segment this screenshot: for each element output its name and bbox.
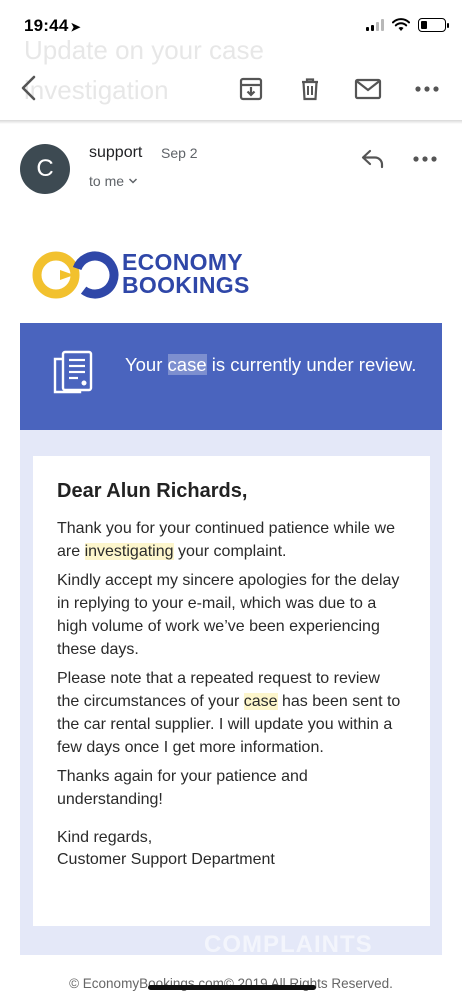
signature: Kind regards, Customer Support Departmen… bbox=[57, 829, 275, 868]
paragraph-2: Kindly accept my sincere apologies for t… bbox=[57, 572, 400, 658]
email-date: Sep 2 bbox=[161, 145, 198, 161]
recipient-details-toggle[interactable]: to me bbox=[89, 173, 138, 189]
sender-name[interactable]: support bbox=[89, 144, 142, 162]
paragraph-1: Thank you for your continued patience wh… bbox=[57, 520, 395, 560]
home-indicator[interactable] bbox=[148, 985, 316, 990]
paragraph-3: Please note that a repeated request to r… bbox=[57, 670, 401, 756]
reply-icon bbox=[361, 149, 384, 169]
battery-icon bbox=[418, 18, 449, 32]
sender-avatar[interactable]: C bbox=[20, 144, 70, 194]
mark-unread-button[interactable] bbox=[353, 74, 383, 104]
trash-icon bbox=[302, 78, 318, 101]
status-icons bbox=[366, 18, 449, 32]
greeting: Dear Alun Richards, bbox=[57, 480, 248, 502]
paragraph-4: Thanks again for your patience and under… bbox=[57, 768, 308, 808]
mail-icon bbox=[354, 78, 382, 100]
delete-button[interactable] bbox=[295, 74, 325, 104]
more-options-button[interactable] bbox=[412, 74, 442, 104]
more-horizontal-icon bbox=[413, 156, 437, 162]
document-icon bbox=[53, 350, 93, 394]
chevron-down-icon bbox=[128, 178, 138, 184]
email-toolbar bbox=[0, 58, 462, 122]
archive-button[interactable] bbox=[236, 74, 266, 104]
archive-icon bbox=[239, 77, 263, 101]
chevron-left-icon bbox=[21, 75, 36, 101]
message-card: Dear Alun Richards, Thank you for your c… bbox=[33, 456, 430, 926]
back-button[interactable] bbox=[14, 72, 46, 104]
banner-message: Your case is currently under review. bbox=[125, 354, 417, 375]
more-horizontal-icon bbox=[415, 86, 439, 92]
reply-button[interactable] bbox=[358, 144, 388, 174]
recipient-label: to me bbox=[89, 173, 125, 189]
wifi-icon bbox=[392, 18, 410, 31]
toolbar-divider bbox=[0, 120, 462, 124]
complaints-watermark: COMPLAINTS bbox=[204, 931, 373, 958]
message-more-button[interactable] bbox=[410, 144, 440, 174]
cellular-signal-icon bbox=[366, 19, 384, 31]
logo-wordmark: ECONOMY BOOKINGS bbox=[122, 249, 250, 298]
